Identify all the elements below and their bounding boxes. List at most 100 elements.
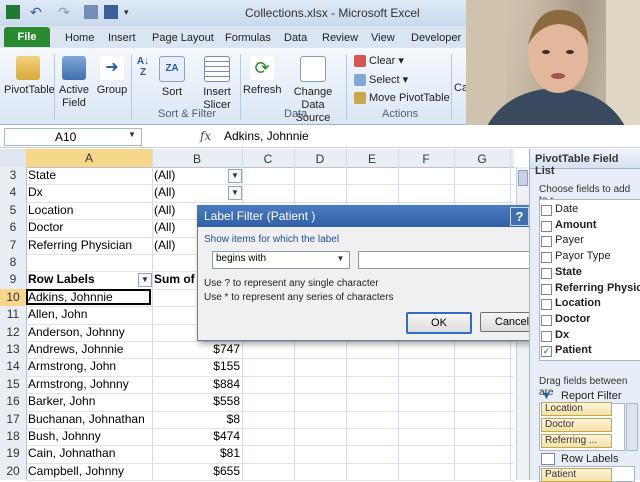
cell-a[interactable]: Campbell, Johnny [28, 464, 124, 478]
insert-slicer-button[interactable]: Insert Slicer [196, 56, 238, 112]
field-checkbox[interactable] [541, 330, 552, 342]
redo-icon[interactable]: ↷ [58, 5, 72, 19]
cell-b[interactable]: $81 [190, 446, 240, 460]
sort-button[interactable]: ZA Sort [158, 56, 186, 98]
field-checkbox[interactable]: ✓ [541, 346, 552, 358]
select-all-corner[interactable] [0, 149, 27, 167]
cell-b[interactable]: $558 [190, 394, 240, 408]
row-header[interactable]: 18 [0, 428, 27, 446]
ok-button[interactable]: OK [406, 312, 472, 334]
pivottable-button[interactable]: PivotTable [4, 56, 55, 96]
customize-toolbar-icon[interactable]: ▾ [124, 5, 138, 19]
cell-a[interactable]: Referring Physician [28, 238, 132, 252]
row-header[interactable]: 6 [0, 219, 27, 237]
row-header[interactable]: 17 [0, 410, 27, 428]
field-checkbox[interactable] [541, 283, 552, 295]
tab-data[interactable]: Data [284, 32, 307, 44]
group-button[interactable]: ➜ Group [95, 56, 129, 96]
field-checkbox[interactable] [541, 299, 552, 311]
cell-b[interactable]: (All) [154, 238, 175, 252]
field-item[interactable]: Dx [555, 329, 569, 341]
column-header-a[interactable]: A [26, 149, 152, 167]
row-labels-filter-icon[interactable]: ▼ [138, 273, 152, 288]
report-filter-scrollbar[interactable] [626, 403, 638, 451]
help-icon[interactable]: ? [510, 207, 529, 226]
tab-insert[interactable]: Insert [108, 32, 136, 44]
row-header[interactable]: 7 [0, 236, 27, 254]
cell-b[interactable]: (All) [154, 185, 175, 199]
clear-button[interactable]: Clear ▾ [354, 54, 404, 68]
cell-b[interactable]: $747 [190, 342, 240, 356]
row-header[interactable]: 9 [0, 271, 27, 289]
tab-formulas[interactable]: Formulas [225, 32, 271, 44]
field-checkbox[interactable] [541, 314, 552, 326]
row-header[interactable]: 4 [0, 184, 27, 202]
name-box-dropdown-icon[interactable]: ▼ [128, 130, 136, 139]
save-icon[interactable] [104, 5, 118, 19]
field-checkbox[interactable] [541, 252, 552, 264]
field-item[interactable]: Payer [555, 234, 584, 246]
cell-a[interactable]: Row Labels [28, 272, 95, 286]
field-item[interactable]: Payor Type [555, 250, 610, 262]
chevron-down-icon[interactable]: ▼ [334, 252, 347, 266]
cell-b[interactable]: $8 [190, 412, 240, 426]
tab-file[interactable]: File [4, 27, 50, 47]
fx-icon[interactable]: fx [200, 129, 211, 143]
row-header[interactable]: 8 [0, 254, 27, 272]
tab-page-layout[interactable]: Page Layout [152, 32, 214, 44]
tab-view[interactable]: View [371, 32, 395, 44]
row-header[interactable]: 15 [0, 375, 27, 394]
field-checkbox[interactable] [541, 267, 552, 279]
field-item[interactable]: Date [555, 203, 578, 215]
cell-b[interactable]: $155 [190, 359, 240, 373]
row-header[interactable]: 12 [0, 323, 27, 341]
row-header[interactable]: 10 [0, 288, 27, 307]
tab-developer[interactable]: Developer [411, 32, 461, 44]
row-header[interactable]: 11 [0, 306, 27, 324]
row-header[interactable]: 3 [0, 167, 27, 185]
cell-a[interactable]: Armstrong, John [28, 359, 116, 373]
row-header[interactable]: 14 [0, 358, 27, 376]
scrollbar-thumb[interactable] [518, 170, 528, 186]
field-item[interactable]: Location [555, 297, 601, 309]
cell-a[interactable]: Doctor [28, 220, 63, 234]
column-header-f[interactable]: F [398, 152, 454, 166]
cell-a[interactable]: Andrews, Johnnie [28, 342, 123, 356]
report-filter-item[interactable]: Referring ... [541, 434, 612, 448]
cell-a[interactable]: Bush, Johnny [28, 429, 101, 443]
cell-a[interactable]: Anderson, Johnny [28, 325, 125, 339]
row-header[interactable]: 19 [0, 445, 27, 463]
field-checkbox[interactable] [541, 205, 552, 216]
cell-b[interactable]: $474 [190, 429, 240, 443]
row-header[interactable]: 20 [0, 462, 27, 481]
form-icon[interactable] [84, 5, 98, 19]
tab-home[interactable]: Home [65, 32, 94, 44]
cell-a[interactable]: Buchanan, Johnathan [28, 412, 145, 426]
cell-b[interactable]: $884 [190, 377, 240, 391]
cell-a[interactable]: State [28, 168, 56, 182]
cell-b[interactable]: $655 [190, 464, 240, 478]
formula-input[interactable]: Adkins, Johnnie [224, 129, 309, 143]
active-field-button[interactable]: Active Field [56, 56, 92, 110]
cell-b[interactable]: (All) [154, 220, 175, 234]
filter-value-input[interactable] [358, 251, 544, 269]
column-header-c[interactable]: C [242, 152, 294, 166]
select-button[interactable]: Select ▾ [354, 73, 408, 87]
row-header[interactable]: 16 [0, 393, 27, 411]
filter-dropdown-icon[interactable]: ▼ [228, 169, 242, 183]
cell-b[interactable]: (All) [154, 168, 175, 182]
cell-b[interactable]: (All) [154, 203, 175, 217]
column-header-g[interactable]: G [454, 152, 510, 166]
field-item[interactable]: Amount [555, 219, 597, 231]
field-item[interactable]: Patient [555, 344, 592, 356]
cell-a[interactable]: Armstrong, Johnny [28, 377, 129, 391]
tab-review[interactable]: Review [322, 32, 358, 44]
cell-a[interactable]: Cain, Johnathan [28, 446, 115, 460]
sort-az-button[interactable]: A↓ Z [134, 56, 152, 78]
field-item[interactable]: Referring Physici [555, 282, 640, 294]
filter-dropdown-icon[interactable]: ▼ [228, 186, 242, 201]
column-header-d[interactable]: D [294, 152, 346, 166]
refresh-button[interactable]: ⟳ Refresh [243, 56, 282, 96]
column-header-b[interactable]: B [152, 152, 242, 166]
field-checkbox[interactable] [541, 220, 552, 232]
